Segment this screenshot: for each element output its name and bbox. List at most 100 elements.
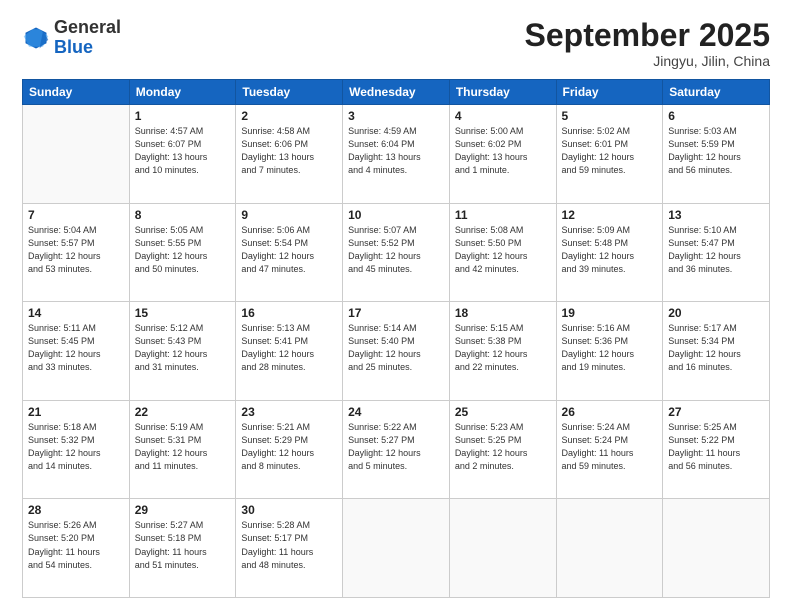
calendar-cell [556,499,663,598]
day-info: Sunrise: 5:02 AMSunset: 6:01 PMDaylight:… [562,125,658,177]
day-number: 28 [28,503,124,517]
day-number: 20 [668,306,764,320]
day-info: Sunrise: 4:57 AMSunset: 6:07 PMDaylight:… [135,125,231,177]
day-number: 9 [241,208,337,222]
day-info: Sunrise: 5:03 AMSunset: 5:59 PMDaylight:… [668,125,764,177]
calendar-cell: 1 Sunrise: 4:57 AMSunset: 6:07 PMDaylight… [129,105,236,204]
calendar-cell: 18Sunrise: 5:15 AMSunset: 5:38 PMDayligh… [449,302,556,401]
day-number: 1 [135,109,231,123]
day-info: Sunrise: 5:23 AMSunset: 5:25 PMDaylight:… [455,421,551,473]
day-number: 27 [668,405,764,419]
calendar-cell: 7 Sunrise: 5:04 AMSunset: 5:57 PMDaylight… [23,203,130,302]
day-number: 4 [455,109,551,123]
calendar-cell: 16Sunrise: 5:13 AMSunset: 5:41 PMDayligh… [236,302,343,401]
day-number: 19 [562,306,658,320]
weekday-header: Monday [129,80,236,105]
calendar-cell: 5Sunrise: 5:02 AMSunset: 6:01 PMDaylight… [556,105,663,204]
day-number: 22 [135,405,231,419]
calendar-week-row: 1 Sunrise: 4:57 AMSunset: 6:07 PMDaylight… [23,105,770,204]
logo: General Blue [22,18,121,58]
weekday-header: Sunday [23,80,130,105]
day-number: 23 [241,405,337,419]
day-info: Sunrise: 5:06 AMSunset: 5:54 PMDaylight:… [241,224,337,276]
day-number: 14 [28,306,124,320]
day-info: Sunrise: 5:05 AMSunset: 5:55 PMDaylight:… [135,224,231,276]
day-number: 6 [668,109,764,123]
logo-general-text: General [54,17,121,37]
day-info: Sunrise: 5:22 AMSunset: 5:27 PMDaylight:… [348,421,444,473]
logo-text: General Blue [54,18,121,58]
day-info: Sunrise: 5:26 AMSunset: 5:20 PMDaylight:… [28,519,124,571]
day-info: Sunrise: 4:58 AMSunset: 6:06 PMDaylight:… [241,125,337,177]
day-number: 30 [241,503,337,517]
day-number: 10 [348,208,444,222]
day-info: Sunrise: 5:28 AMSunset: 5:17 PMDaylight:… [241,519,337,571]
logo-icon [22,24,50,52]
day-info: Sunrise: 5:04 AMSunset: 5:57 PMDaylight:… [28,224,124,276]
calendar-cell: 14 Sunrise: 5:11 AMSunset: 5:45 PMDayligh… [23,302,130,401]
logo-blue-text: Blue [54,37,93,57]
weekday-header: Friday [556,80,663,105]
calendar-cell: 19 Sunrise: 5:16 AMSunset: 5:36 PMDayligh… [556,302,663,401]
day-info: Sunrise: 5:14 AMSunset: 5:40 PMDaylight:… [348,322,444,374]
calendar-cell: 12 Sunrise: 5:09 AMSunset: 5:48 PMDayligh… [556,203,663,302]
day-number: 21 [28,405,124,419]
calendar-cell [23,105,130,204]
page: General Blue September 2025 Jingyu, Jili… [0,0,792,612]
day-info: Sunrise: 5:27 AMSunset: 5:18 PMDaylight:… [135,519,231,571]
calendar-week-row: 21 Sunrise: 5:18 AMSunset: 5:32 PMDayligh… [23,400,770,499]
calendar-cell: 2 Sunrise: 4:58 AMSunset: 6:06 PMDaylight… [236,105,343,204]
day-info: Sunrise: 5:17 AMSunset: 5:34 PMDaylight:… [668,322,764,374]
day-info: Sunrise: 5:08 AMSunset: 5:50 PMDaylight:… [455,224,551,276]
day-number: 25 [455,405,551,419]
day-number: 26 [562,405,658,419]
calendar-cell: 6 Sunrise: 5:03 AMSunset: 5:59 PMDaylight… [663,105,770,204]
calendar-cell: 27 Sunrise: 5:25 AMSunset: 5:22 PMDayligh… [663,400,770,499]
day-number: 7 [28,208,124,222]
calendar-cell: 25 Sunrise: 5:23 AMSunset: 5:25 PMDayligh… [449,400,556,499]
calendar-cell: 30 Sunrise: 5:28 AMSunset: 5:17 PMDayligh… [236,499,343,598]
day-info: Sunrise: 5:25 AMSunset: 5:22 PMDaylight:… [668,421,764,473]
calendar-cell [449,499,556,598]
day-number: 13 [668,208,764,222]
day-info: Sunrise: 5:11 AMSunset: 5:45 PMDaylight:… [28,322,124,374]
calendar-cell: 15 Sunrise: 5:12 AMSunset: 5:43 PMDayligh… [129,302,236,401]
calendar-cell: 3Sunrise: 4:59 AMSunset: 6:04 PMDaylight… [343,105,450,204]
calendar-cell: 24 Sunrise: 5:22 AMSunset: 5:27 PMDayligh… [343,400,450,499]
day-info: Sunrise: 5:21 AMSunset: 5:29 PMDaylight:… [241,421,337,473]
day-info: Sunrise: 5:07 AMSunset: 5:52 PMDaylight:… [348,224,444,276]
calendar-cell: 26 Sunrise: 5:24 AMSunset: 5:24 PMDayligh… [556,400,663,499]
header: General Blue September 2025 Jingyu, Jili… [22,18,770,69]
calendar-table: SundayMondayTuesdayWednesdayThursdayFrid… [22,79,770,598]
day-number: 29 [135,503,231,517]
day-info: Sunrise: 4:59 AMSunset: 6:04 PMDaylight:… [348,125,444,177]
calendar-cell: 4Sunrise: 5:00 AMSunset: 6:02 PMDaylight… [449,105,556,204]
day-number: 16 [241,306,337,320]
calendar-cell: 13 Sunrise: 5:10 AMSunset: 5:47 PMDayligh… [663,203,770,302]
day-info: Sunrise: 5:19 AMSunset: 5:31 PMDaylight:… [135,421,231,473]
day-number: 18 [455,306,551,320]
calendar-week-row: 14 Sunrise: 5:11 AMSunset: 5:45 PMDayligh… [23,302,770,401]
day-info: Sunrise: 5:10 AMSunset: 5:47 PMDaylight:… [668,224,764,276]
calendar-header-row: SundayMondayTuesdayWednesdayThursdayFrid… [23,80,770,105]
day-info: Sunrise: 5:18 AMSunset: 5:32 PMDaylight:… [28,421,124,473]
month-title: September 2025 [525,18,770,53]
calendar-cell: 29 Sunrise: 5:27 AMSunset: 5:18 PMDayligh… [129,499,236,598]
day-number: 8 [135,208,231,222]
calendar-cell: 22 Sunrise: 5:19 AMSunset: 5:31 PMDayligh… [129,400,236,499]
day-info: Sunrise: 5:16 AMSunset: 5:36 PMDaylight:… [562,322,658,374]
calendar-week-row: 7 Sunrise: 5:04 AMSunset: 5:57 PMDaylight… [23,203,770,302]
day-info: Sunrise: 5:24 AMSunset: 5:24 PMDaylight:… [562,421,658,473]
day-number: 17 [348,306,444,320]
day-info: Sunrise: 5:09 AMSunset: 5:48 PMDaylight:… [562,224,658,276]
day-number: 24 [348,405,444,419]
day-number: 15 [135,306,231,320]
calendar-cell [343,499,450,598]
day-info: Sunrise: 5:12 AMSunset: 5:43 PMDaylight:… [135,322,231,374]
day-number: 12 [562,208,658,222]
weekday-header: Thursday [449,80,556,105]
calendar-week-row: 28 Sunrise: 5:26 AMSunset: 5:20 PMDayligh… [23,499,770,598]
calendar-cell: 11Sunrise: 5:08 AMSunset: 5:50 PMDayligh… [449,203,556,302]
day-number: 2 [241,109,337,123]
calendar-cell: 10 Sunrise: 5:07 AMSunset: 5:52 PMDayligh… [343,203,450,302]
